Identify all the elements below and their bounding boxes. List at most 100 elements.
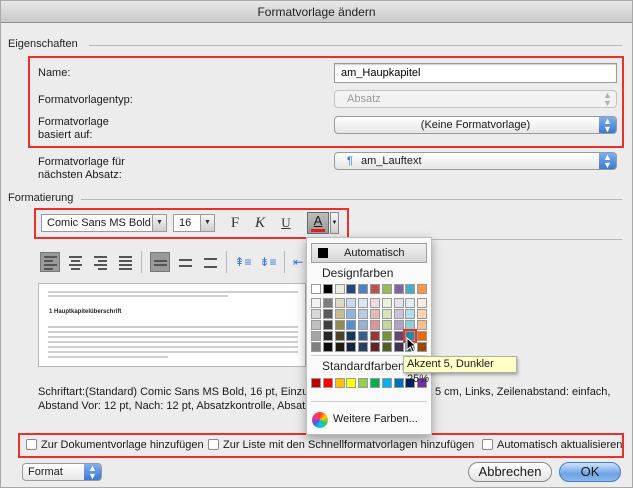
theme-color-swatch[interactable]: [346, 284, 357, 294]
theme-shade-swatch[interactable]: [393, 342, 404, 352]
theme-shade-swatch[interactable]: [381, 342, 392, 352]
cancel-button[interactable]: Abbrechen: [468, 462, 552, 482]
auto-update-checkbox[interactable]: Automatisch aktualisieren: [482, 439, 622, 452]
standard-color-swatch[interactable]: [393, 378, 404, 388]
theme-shade-swatch[interactable]: [311, 298, 321, 308]
theme-shade-swatch[interactable]: [346, 331, 357, 341]
theme-shade-swatch[interactable]: [358, 331, 369, 341]
theme-shade-swatch[interactable]: [358, 309, 369, 319]
theme-shade-swatch[interactable]: [322, 342, 333, 352]
theme-shade-swatch[interactable]: [346, 309, 357, 319]
standard-color-swatch[interactable]: [311, 378, 321, 388]
automatic-color-button[interactable]: Automatisch: [311, 243, 427, 263]
theme-shade-swatch[interactable]: [370, 342, 380, 352]
more-colors-item[interactable]: Weitere Farben...: [333, 413, 418, 425]
theme-shade-swatch[interactable]: [370, 331, 380, 341]
line-spacing-double-button[interactable]: [200, 252, 220, 272]
theme-shade-swatch[interactable]: [370, 298, 380, 308]
theme-color-swatch[interactable]: [370, 284, 380, 294]
theme-shade-swatch[interactable]: [417, 320, 428, 330]
dropdown-arrow-icon[interactable]: ▼: [152, 215, 166, 231]
theme-shade-swatch[interactable]: [405, 320, 416, 330]
theme-shade-swatch[interactable]: [311, 342, 321, 352]
theme-shade-swatch[interactable]: [346, 320, 357, 330]
standard-color-swatch[interactable]: [334, 378, 345, 388]
style-type-popup[interactable]: Absatz ▲ ▼: [334, 90, 617, 108]
font-color-button[interactable]: A: [307, 212, 329, 234]
standard-color-swatch[interactable]: [346, 378, 357, 388]
decrease-indent-icon[interactable]: ⇤: [288, 252, 308, 272]
theme-color-swatch[interactable]: [311, 284, 321, 294]
based-on-popup[interactable]: (Keine Formatvorlage) ▲ ▼: [334, 116, 617, 134]
align-center-button[interactable]: [65, 252, 85, 272]
theme-shade-swatch[interactable]: [322, 331, 333, 341]
theme-shade-swatch[interactable]: [346, 342, 357, 352]
theme-color-swatch[interactable]: [405, 284, 416, 294]
standard-color-swatch[interactable]: [370, 378, 380, 388]
theme-shade-swatch[interactable]: [381, 298, 392, 308]
font-size-combo[interactable]: 16 ▼: [173, 214, 215, 232]
theme-shade-swatch[interactable]: [381, 331, 392, 341]
theme-shade-swatch[interactable]: [417, 298, 428, 308]
theme-shade-swatch[interactable]: [322, 298, 333, 308]
theme-color-swatch[interactable]: [358, 284, 369, 294]
next-paragraph-label: Formatvorlage für nächsten Absatz:: [38, 156, 125, 181]
theme-shade-swatch[interactable]: [311, 309, 321, 319]
justify-button[interactable]: [115, 252, 135, 272]
theme-shade-swatch[interactable]: [417, 342, 428, 352]
space-before-icon[interactable]: ⇞≡: [233, 252, 253, 272]
theme-shade-swatch[interactable]: [393, 298, 404, 308]
theme-color-swatch[interactable]: [334, 284, 345, 294]
theme-color-swatch[interactable]: [393, 284, 404, 294]
theme-shade-swatch[interactable]: [322, 309, 333, 319]
ok-button[interactable]: OK: [559, 462, 621, 482]
color-wheel-icon[interactable]: [312, 412, 328, 428]
theme-shade-swatch[interactable]: [381, 309, 392, 319]
theme-shade-swatch[interactable]: [311, 320, 321, 330]
bold-button[interactable]: F: [225, 213, 245, 233]
line-spacing-one-half-button[interactable]: [175, 252, 195, 272]
theme-shade-swatch[interactable]: [334, 298, 345, 308]
theme-shade-swatch[interactable]: [370, 309, 380, 319]
theme-shade-swatch[interactable]: [393, 320, 404, 330]
theme-shade-swatch[interactable]: [381, 320, 392, 330]
theme-shade-swatch[interactable]: [405, 298, 416, 308]
add-to-template-checkbox[interactable]: Zur Dokumentvorlage hinzufügen: [26, 439, 204, 452]
theme-color-swatch[interactable]: [381, 284, 392, 294]
font-color-dropdown-icon[interactable]: ▼: [330, 212, 339, 234]
theme-color-swatch[interactable]: [417, 284, 428, 294]
format-popup[interactable]: Format ▲ ▼: [22, 463, 102, 481]
theme-shade-swatch[interactable]: [370, 320, 380, 330]
theme-shade-swatch[interactable]: [393, 331, 404, 341]
space-after-icon[interactable]: ⇟≡: [258, 252, 278, 272]
theme-shade-swatch[interactable]: [405, 309, 416, 319]
theme-shade-swatch[interactable]: [334, 320, 345, 330]
theme-shade-swatch[interactable]: [417, 331, 428, 341]
standard-color-swatch[interactable]: [381, 378, 392, 388]
name-field[interactable]: [334, 63, 617, 83]
theme-shade-swatch[interactable]: [417, 309, 428, 319]
theme-color-swatch[interactable]: [322, 284, 333, 294]
theme-shade-swatch[interactable]: [346, 298, 357, 308]
line-spacing-single-button[interactable]: [150, 252, 170, 272]
italic-button[interactable]: K: [250, 213, 270, 233]
theme-shade-swatch[interactable]: [358, 298, 369, 308]
theme-shade-swatch[interactable]: [334, 331, 345, 341]
next-paragraph-popup[interactable]: ¶ am_Lauftext ▲ ▼: [334, 152, 617, 170]
align-left-button[interactable]: [40, 252, 60, 272]
theme-shade-swatch[interactable]: [334, 342, 345, 352]
theme-shade-swatch[interactable]: [322, 320, 333, 330]
font-name-combo[interactable]: Comic Sans MS Bold ▼: [41, 214, 167, 232]
align-right-button[interactable]: [90, 252, 110, 272]
theme-shade-swatch[interactable]: [358, 342, 369, 352]
section-divider: [89, 45, 622, 46]
standard-color-swatch[interactable]: [322, 378, 333, 388]
theme-shade-swatch[interactable]: [358, 320, 369, 330]
add-to-quick-styles-checkbox[interactable]: Zur Liste mit den Schnellformatvorlagen …: [208, 439, 474, 452]
standard-color-swatch[interactable]: [358, 378, 369, 388]
theme-shade-swatch[interactable]: [311, 331, 321, 341]
underline-button[interactable]: U: [276, 213, 296, 233]
dropdown-arrow-icon[interactable]: ▼: [200, 215, 214, 231]
theme-shade-swatch[interactable]: [393, 309, 404, 319]
theme-shade-swatch[interactable]: [334, 309, 345, 319]
